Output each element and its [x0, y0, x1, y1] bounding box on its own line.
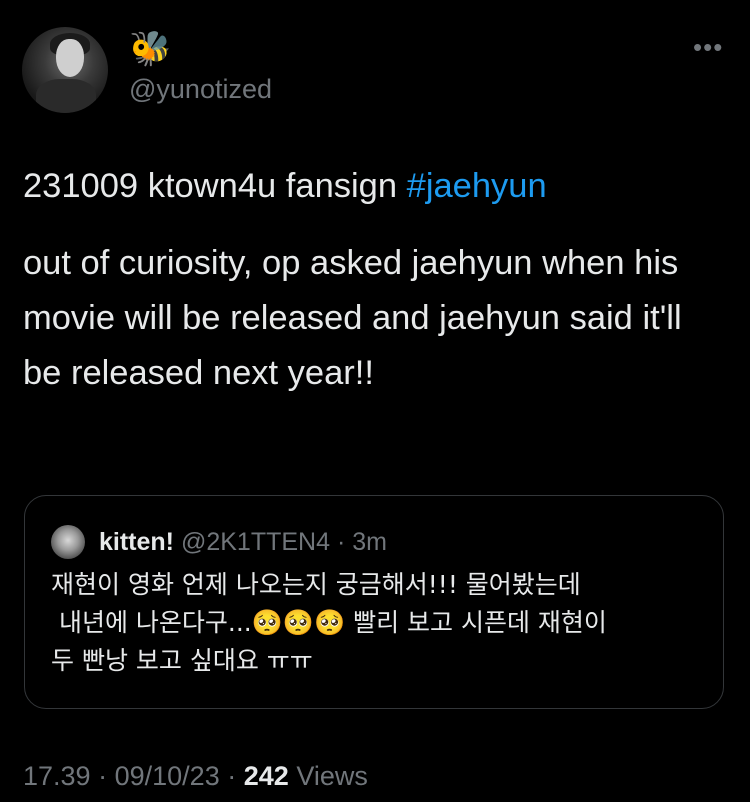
- quoted-tweet-card[interactable]: kitten! @2K1TTEN4 · 3m 재현이 영화 언제 나오는지 궁금…: [24, 495, 724, 709]
- author-handle[interactable]: @yunotized: [129, 72, 272, 106]
- tweet-meta: 17.39 · 09/10/23 · 242 Views: [23, 758, 368, 794]
- quoted-text-line: 재현이 영화 언제 나오는지 궁금해서!!! 물어봤는데: [51, 570, 581, 599]
- avatar-body: [36, 79, 96, 113]
- views-count: 242: [243, 761, 289, 791]
- tweet-body: out of curiosity, op asked jaehyun when …: [23, 244, 682, 392]
- views-label: Views: [296, 761, 368, 791]
- quoted-time: 3m: [352, 528, 387, 556]
- author-avatar[interactable]: [22, 27, 108, 113]
- tweet-intro-text: 231009 ktown4u fansign: [23, 167, 407, 205]
- avatar-face: [56, 39, 84, 77]
- quoted-author-handle: @2K1TTEN4: [180, 528, 330, 556]
- hashtag-link[interactable]: #jaehyun: [407, 167, 547, 205]
- quoted-tweet-text: 재현이 영화 언제 나오는지 궁금해서!!! 물어봤는데 내년에 나온다구...…: [51, 566, 711, 680]
- quoted-author-avatar: [51, 525, 85, 559]
- quoted-author-name: kitten!: [99, 528, 174, 556]
- quoted-text-line: 내년에 나온다구...🥺🥺🥺 빨리 보고 시픈데 재현이: [51, 608, 607, 637]
- meta-separator: ·: [98, 761, 108, 791]
- display-name-emoji[interactable]: 🐝: [129, 29, 171, 69]
- tweet-first-line: 231009 ktown4u fansign #jaehyun: [23, 162, 547, 210]
- quoted-text-line: 두 빤낭 보고 싶대요 ㅠㅠ: [51, 646, 313, 675]
- more-horizontal-icon[interactable]: •••: [693, 32, 723, 62]
- meta-separator: ·: [227, 761, 237, 791]
- tweet-date[interactable]: 09/10/23: [115, 761, 220, 791]
- tweet-time[interactable]: 17.39: [23, 761, 91, 791]
- quoted-separator: ·: [336, 528, 346, 556]
- quoted-tweet-header: kitten! @2K1TTEN4 · 3m: [99, 526, 387, 558]
